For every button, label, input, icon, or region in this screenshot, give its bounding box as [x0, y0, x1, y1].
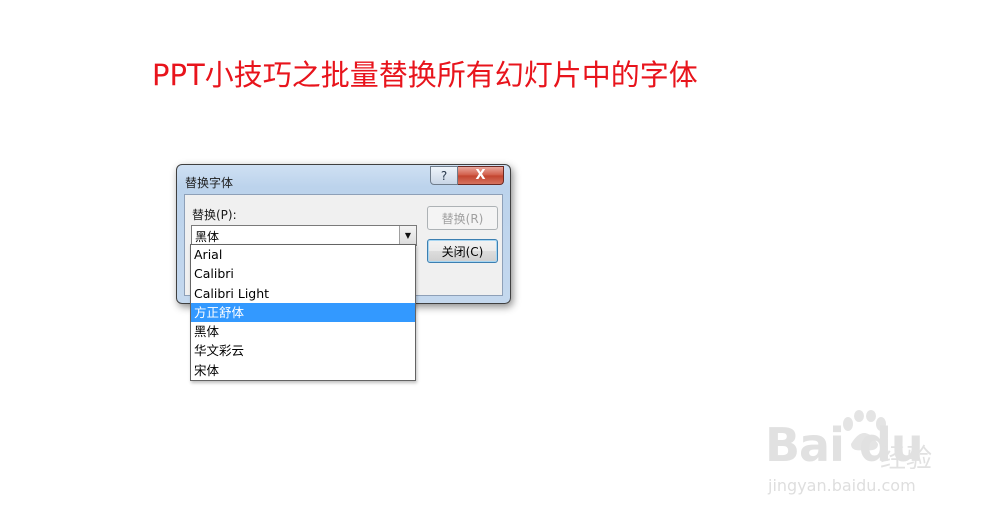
baidu-jingyan-watermark: Bai du 经验 jingyan.baidu.com — [760, 410, 960, 510]
close-icon: X — [475, 168, 486, 183]
close-button[interactable]: 关闭(C) — [427, 239, 498, 263]
caption-buttons: ? X — [430, 166, 504, 186]
font-dropdown-list: Arial Calibri Calibri Light 方正舒体 黑体 华文彩云… — [190, 244, 416, 381]
dropdown-item-calibri-light[interactable]: Calibri Light — [191, 284, 415, 303]
dropdown-item-arial[interactable]: Arial — [191, 245, 415, 264]
replace-font-value: 黑体 — [195, 230, 220, 244]
dropdown-item-huawen-caiyun[interactable]: 华文彩云 — [191, 341, 415, 360]
replace-button[interactable]: 替换(R) — [427, 206, 498, 230]
watermark-url: jingyan.baidu.com — [768, 476, 916, 495]
replace-field-label: 替换(P): — [192, 208, 237, 222]
watermark-jingyan: 经验 — [880, 444, 933, 474]
window-close-button[interactable]: X — [458, 166, 504, 185]
page-title: PPT小技巧之批量替换所有幻灯片中的字体 — [152, 58, 698, 92]
dialog-title: 替换字体 — [185, 176, 234, 190]
dropdown-item-heiti[interactable]: 黑体 — [191, 322, 415, 341]
dropdown-item-calibri[interactable]: Calibri — [191, 264, 415, 283]
dropdown-item-songti[interactable]: 宋体 — [191, 361, 415, 380]
dropdown-item-fangzheng-shuti[interactable]: 方正舒体 — [191, 302, 415, 323]
help-icon: ? — [440, 168, 448, 183]
chevron-down-icon[interactable]: ▼ — [399, 226, 416, 245]
help-button[interactable]: ? — [430, 166, 458, 185]
replace-font-combobox[interactable]: 黑体 ▼ — [191, 225, 417, 246]
